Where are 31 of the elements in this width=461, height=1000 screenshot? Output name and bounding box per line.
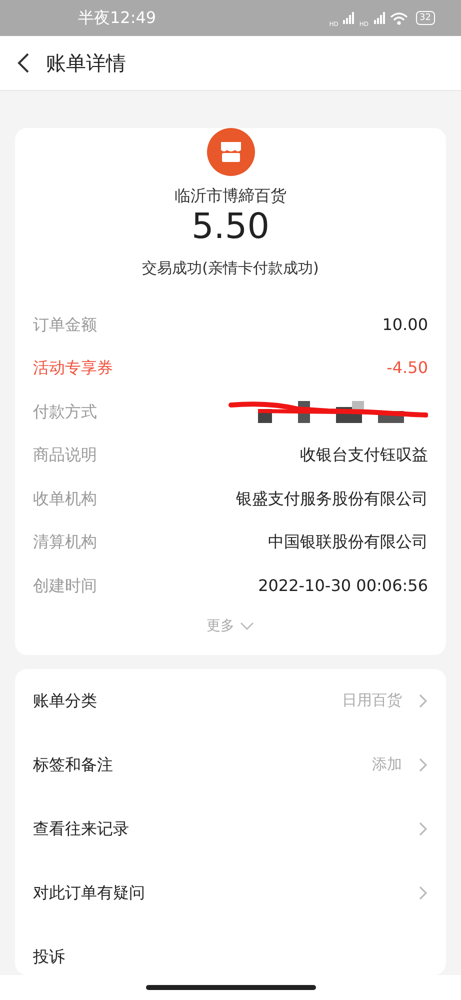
page-title: 账单详情 — [46, 50, 126, 78]
detail-value: 收银台支付钰叹益 — [300, 444, 428, 466]
status-time: 半夜12:49 — [78, 7, 156, 30]
detail-label: 订单金额 — [33, 314, 97, 336]
signal-icon — [342, 12, 356, 24]
detail-label: 活动专享券 — [33, 357, 113, 380]
signal-icon — [372, 12, 386, 24]
detail-label: 清算机构 — [33, 531, 97, 554]
chevron-down-icon — [238, 621, 254, 632]
menu-item[interactable]: 投诉 — [33, 924, 428, 975]
amount-text: 5.50 — [192, 208, 270, 247]
detail-value: 中国银联股份有限公司 — [268, 531, 428, 554]
menu-value: 日用百货 — [342, 690, 402, 712]
detail-label: 商品说明 — [33, 444, 97, 466]
detail-value: 2022-10-30 00:06:56 — [258, 574, 428, 597]
detail-label: 收单机构 — [33, 488, 97, 510]
menu-value: 添加 — [372, 754, 402, 776]
menu-item[interactable]: 标签和备注 添加 — [33, 732, 428, 797]
detail-label: 付款方式 — [33, 400, 97, 423]
menu-item[interactable]: 对此订单有疑问 — [33, 860, 428, 925]
detail-value: -4.50 — [386, 357, 428, 380]
back-icon[interactable] — [16, 52, 30, 74]
detail-value: 银盛支付服务股份有限公司 — [236, 488, 428, 510]
menu-item[interactable]: 查看往来记录 — [33, 796, 428, 861]
battery-level: 32 — [416, 11, 435, 26]
menu-item[interactable]: 账单分类 日用百货 — [33, 668, 428, 733]
status-text: 交易成功(亲情卡付款成功) — [142, 258, 319, 279]
detail-value: 10.00 — [382, 314, 428, 336]
wifi-icon — [390, 12, 408, 25]
merchant-name: 临沂市博締百货 — [174, 185, 286, 208]
detail-label: 创建时间 — [33, 574, 97, 597]
